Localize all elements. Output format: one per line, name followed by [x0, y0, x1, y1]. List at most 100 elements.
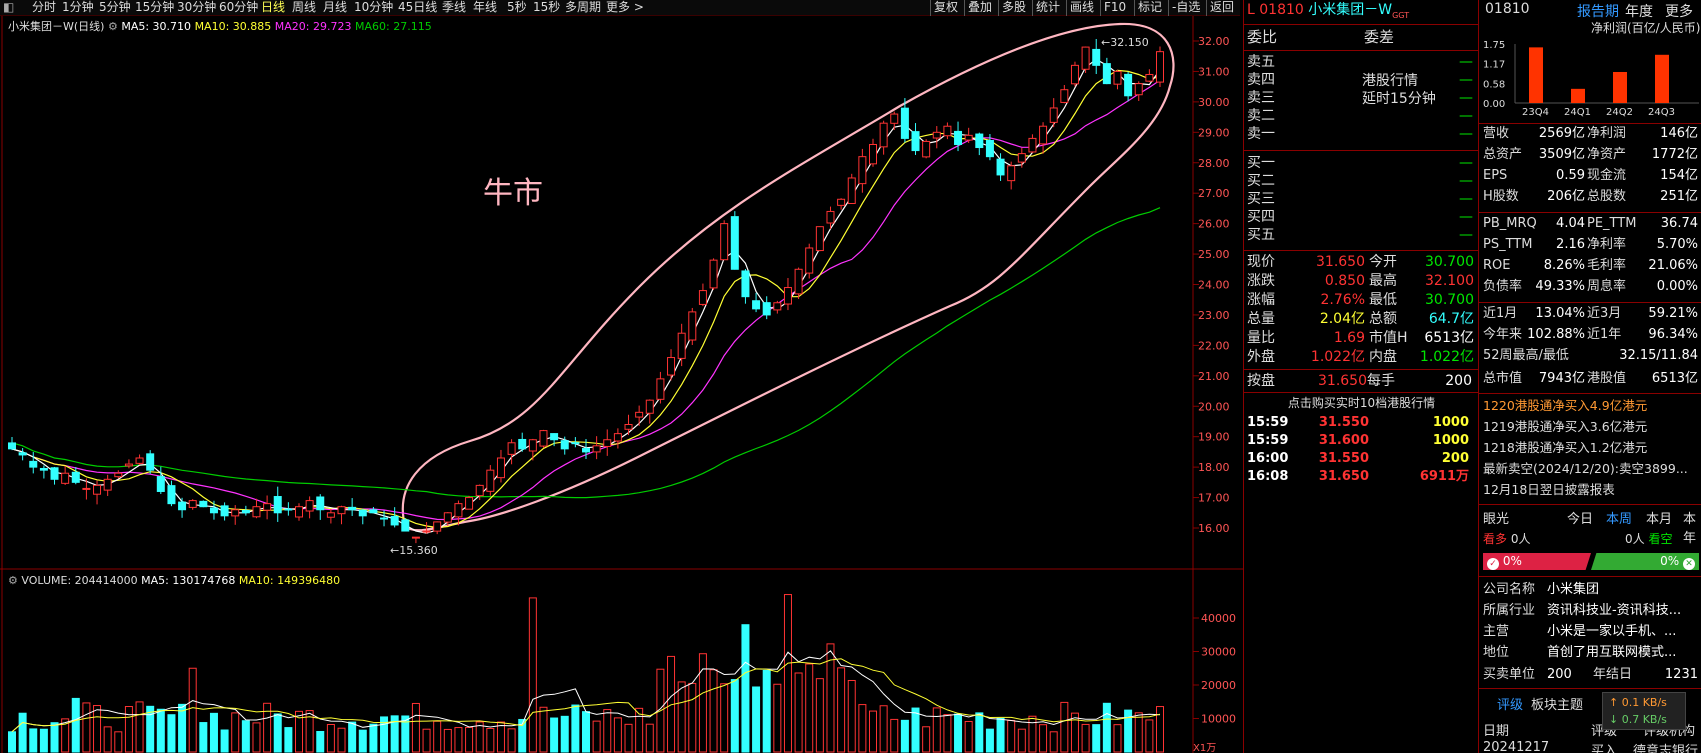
volume-bar[interactable] [582, 711, 590, 753]
volume-bar[interactable] [869, 710, 877, 753]
volume-bar[interactable] [1039, 724, 1048, 753]
bearish-vote-button[interactable]: 0% ✕ [1591, 553, 1699, 570]
candle[interactable] [1156, 46, 1164, 87]
volume-bar[interactable] [975, 712, 984, 753]
candle[interactable] [1081, 46, 1090, 73]
volume-bar[interactable] [316, 730, 325, 753]
volume-bar[interactable] [1092, 724, 1101, 753]
volume-bar[interactable] [837, 667, 846, 753]
volume-bar[interactable] [762, 669, 771, 753]
volume-bar[interactable] [358, 729, 367, 753]
candle[interactable] [539, 429, 548, 449]
volume-bar[interactable] [273, 713, 282, 753]
volume-bar[interactable] [1049, 731, 1058, 753]
candle[interactable] [1070, 61, 1079, 87]
volume-bar[interactable] [752, 686, 761, 753]
settings-icon[interactable]: ⚙ [8, 574, 18, 587]
volume-bar[interactable] [284, 727, 293, 753]
volume-bar[interactable] [571, 704, 580, 753]
candle[interactable] [401, 518, 410, 532]
timeframe-2[interactable]: 5分钟 [99, 0, 131, 16]
volume-bar[interactable] [932, 707, 941, 753]
volume-bar[interactable] [1102, 702, 1111, 753]
volume-bar[interactable] [1145, 719, 1154, 753]
volume-bar[interactable] [39, 728, 48, 753]
volume-bar[interactable] [1060, 701, 1069, 753]
candle[interactable] [199, 500, 208, 508]
volume-bar[interactable] [688, 682, 697, 753]
volume-bar[interactable] [858, 704, 867, 753]
volume-bar[interactable] [454, 727, 463, 753]
volume-bar[interactable] [720, 683, 729, 753]
volume-bar[interactable] [114, 731, 123, 753]
volume-bar[interactable] [231, 712, 240, 753]
timeframe-9[interactable]: 10分钟 [354, 0, 393, 16]
volume-bar[interactable] [624, 723, 633, 753]
volume-bar[interactable] [592, 720, 601, 753]
volume-bar[interactable] [794, 672, 803, 753]
volume-bar[interactable] [773, 683, 782, 753]
volume-bar[interactable] [911, 707, 920, 753]
volume-bar[interactable] [135, 701, 144, 753]
tab-rating[interactable]: 评级 [1497, 694, 1523, 713]
volume-bar[interactable] [348, 721, 357, 753]
tab-more[interactable]: 更多 [1665, 1, 1693, 21]
volume-bar[interactable] [741, 624, 750, 753]
volume-bar[interactable] [465, 726, 474, 753]
chart-tool-7[interactable]: -自选 [1168, 0, 1203, 16]
period-tab-0[interactable]: 今日 [1567, 508, 1593, 527]
panel-toggle-icon[interactable]: ◧ [3, 0, 14, 16]
volume-bar[interactable] [93, 705, 102, 753]
volume-bar[interactable] [1113, 724, 1122, 753]
volume-bar[interactable] [199, 722, 208, 753]
volume-bar[interactable] [730, 679, 739, 753]
timeframe-12[interactable]: 年线 [473, 0, 497, 16]
volume-bar[interactable] [1156, 706, 1164, 753]
news-item[interactable]: 1220港股通净买入4.9亿港元 [1483, 396, 1698, 416]
volume-bar[interactable] [847, 679, 856, 753]
news-item[interactable]: 1218港股通净买入1.2亿港元 [1483, 438, 1698, 458]
volume-bar[interactable] [1081, 723, 1090, 753]
timeframe-4[interactable]: 30分钟 [177, 0, 216, 16]
candle[interactable] [688, 307, 697, 345]
timeframe-3[interactable]: 15分钟 [135, 0, 174, 16]
volume-bar[interactable] [603, 709, 612, 753]
chart-tool-2[interactable]: 多股 [998, 0, 1029, 16]
volume-bar[interactable] [507, 728, 516, 753]
volume-bar[interactable] [496, 721, 505, 753]
volume-bar[interactable] [188, 667, 197, 753]
volume-bar[interactable] [550, 717, 559, 753]
volume-bar[interactable] [964, 720, 973, 753]
candle[interactable] [486, 465, 495, 496]
volume-bar[interactable] [900, 719, 909, 753]
volume-bar[interactable] [677, 681, 686, 753]
period-tab-2[interactable]: 本月 [1646, 508, 1672, 527]
volume-bar[interactable] [815, 678, 824, 753]
news-item[interactable]: 最新卖空(2024/12/20):卖空3899... [1483, 459, 1698, 479]
tab-annual[interactable]: 年度 [1625, 1, 1653, 21]
volume-bar[interactable] [954, 713, 963, 753]
candle[interactable] [794, 267, 803, 300]
volume-bar[interactable] [411, 702, 420, 753]
volume-bar[interactable] [263, 702, 272, 753]
volume-bar[interactable] [103, 726, 112, 753]
buy-level2-link[interactable]: 点击购买实时10档港股行情 [1244, 394, 1479, 411]
chart-tool-5[interactable]: F10 [1100, 0, 1129, 16]
volume-bar[interactable] [985, 728, 994, 753]
timeframe-11[interactable]: 季线 [442, 0, 466, 16]
volume-bar[interactable] [82, 702, 91, 753]
candle[interactable] [465, 495, 474, 510]
volume-bar[interactable] [209, 712, 218, 753]
volume-bar[interactable] [369, 723, 378, 753]
volume-bar[interactable] [486, 728, 495, 753]
volume-bar[interactable] [8, 731, 16, 753]
volume-bar[interactable] [1017, 728, 1026, 753]
chart-tool-3[interactable]: 统计 [1032, 0, 1063, 16]
volume-bar[interactable] [645, 723, 654, 753]
timeframe-5[interactable]: 60分钟 [219, 0, 258, 16]
volume-bar[interactable] [709, 669, 718, 753]
chart-tool-4[interactable]: 画线 [1066, 0, 1097, 16]
volume-bar[interactable] [1028, 715, 1037, 753]
candle[interactable] [720, 220, 729, 261]
volume-bar[interactable] [528, 597, 537, 753]
